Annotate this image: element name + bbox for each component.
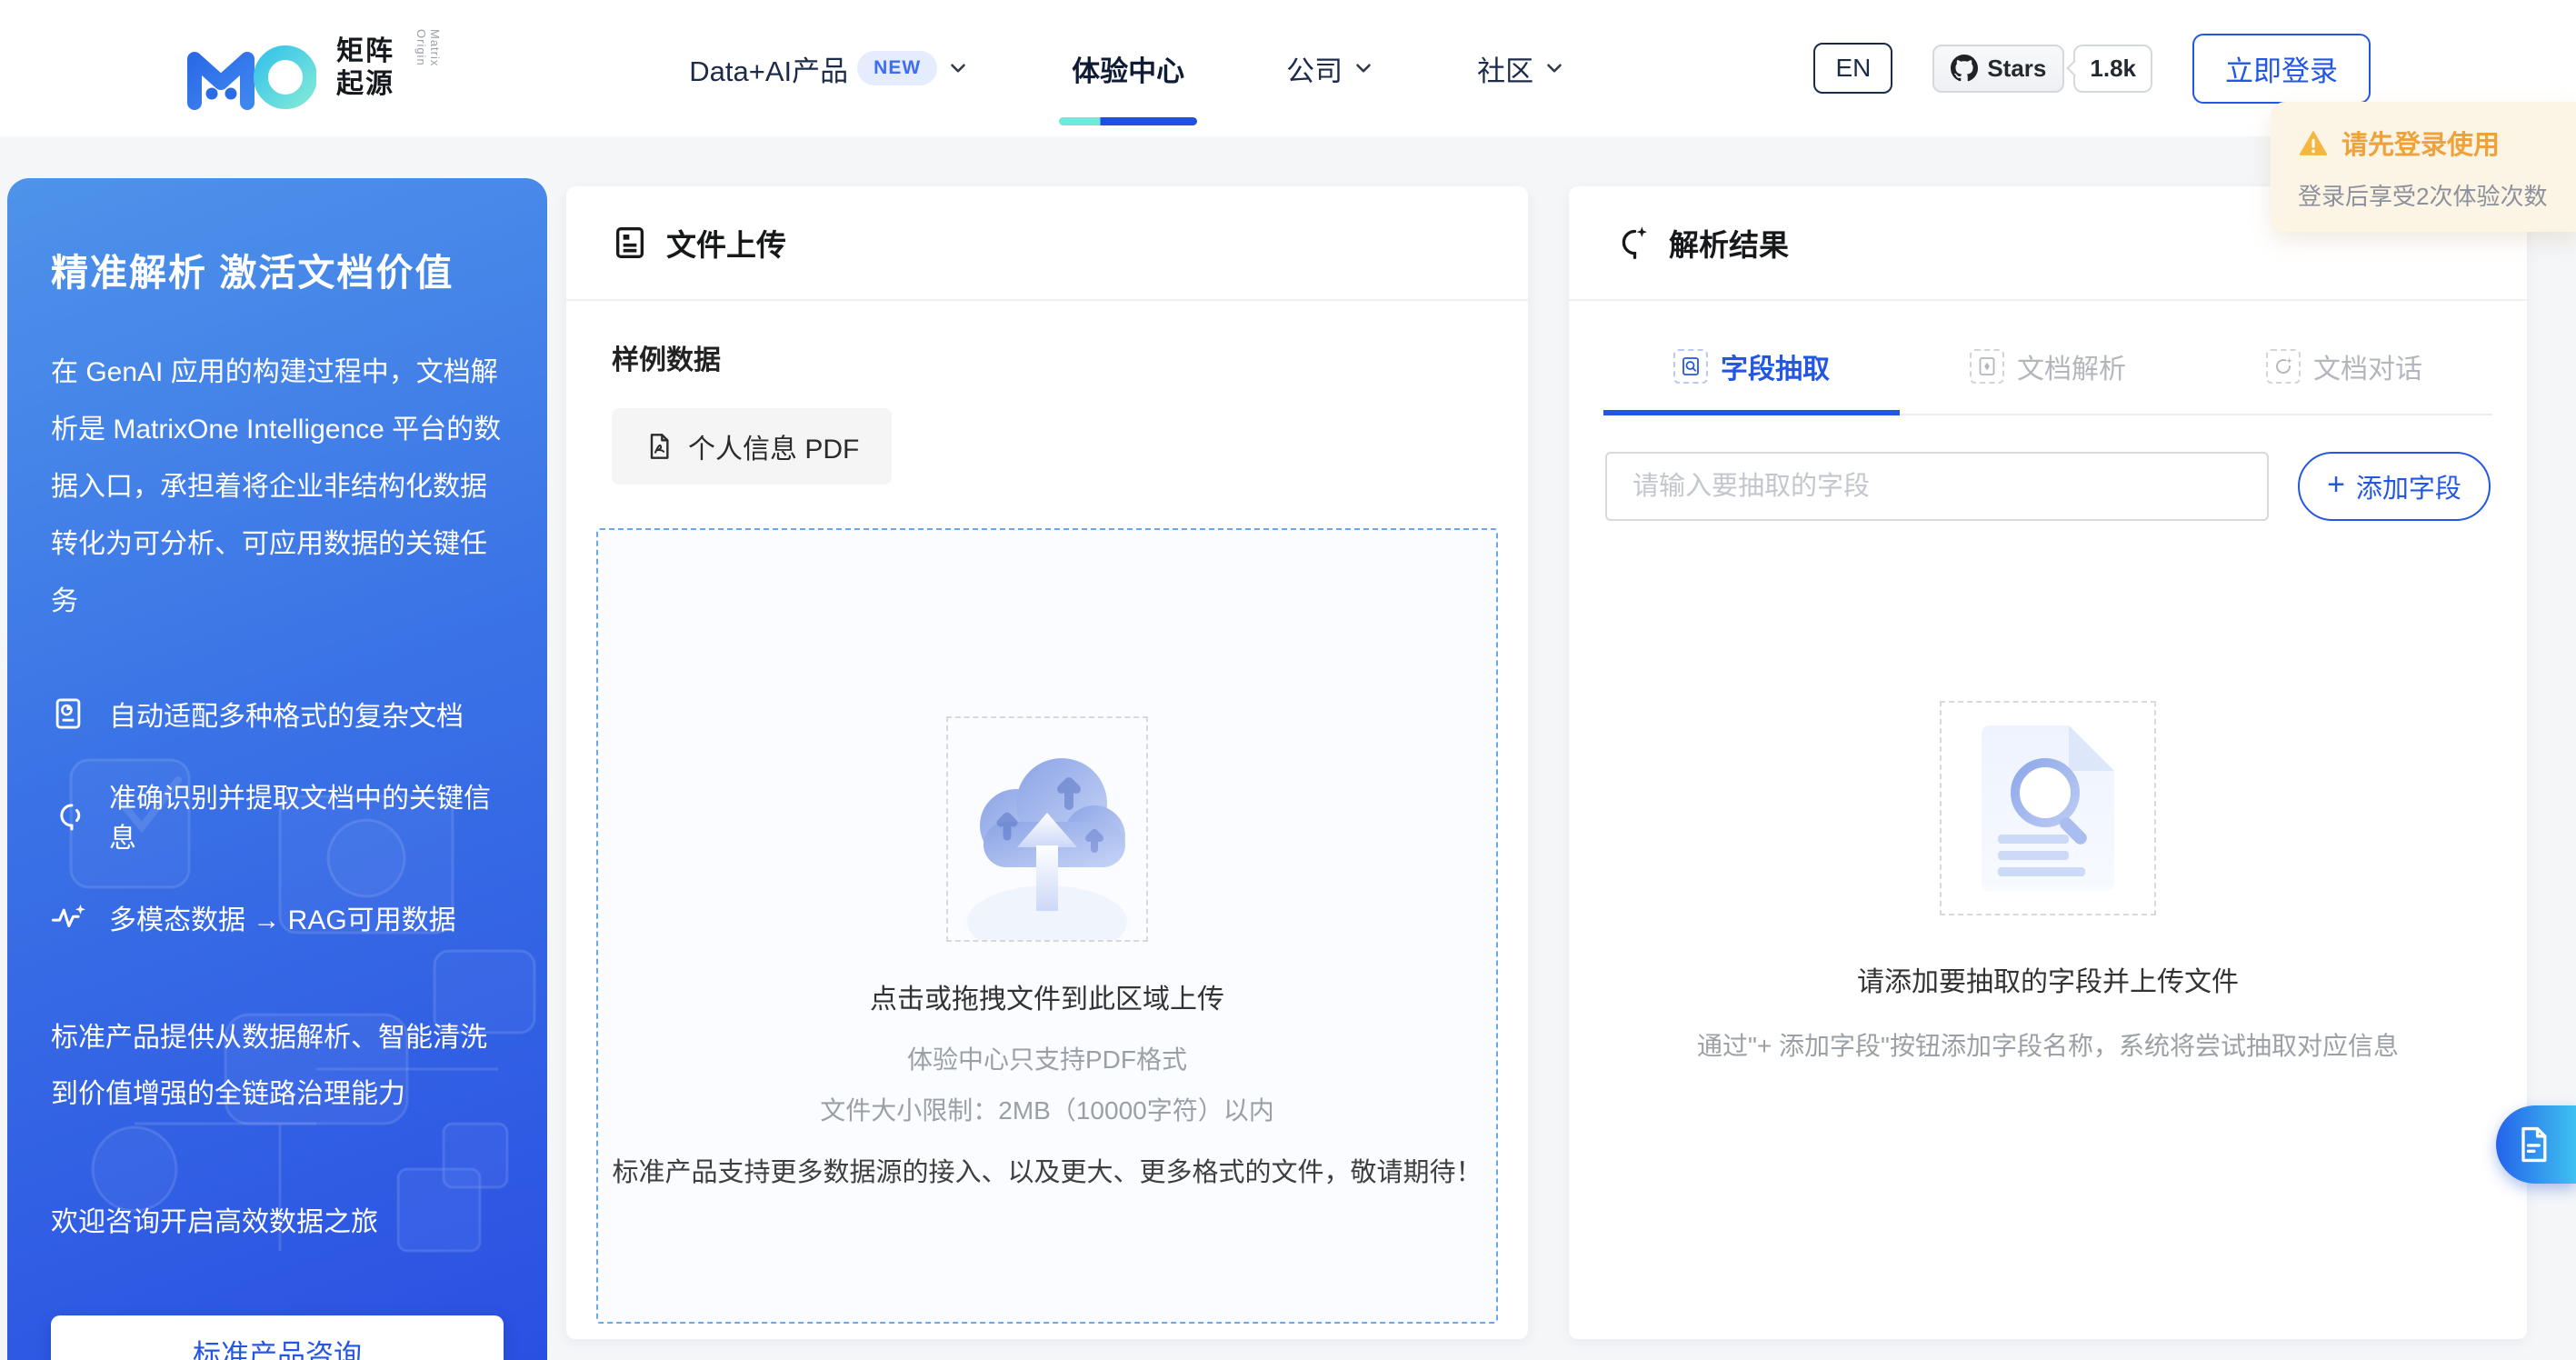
logo[interactable]: 矩阵 起源 Matrix Origin <box>180 26 442 110</box>
top-navbar: 矩阵 起源 Matrix Origin Data+AI产品 NEW 体验中心 公… <box>0 0 2576 136</box>
github-stars-widget[interactable]: Stars 1.8k <box>1932 45 2152 93</box>
github-star-count: 1.8k <box>2073 45 2152 93</box>
github-stars-label: Stars <box>1987 55 2046 83</box>
standard-product-consult-button[interactable]: 标准产品咨询 <box>51 1315 504 1360</box>
feature-label: 多模态数据 → RAG可用数据 <box>109 897 456 937</box>
nav-item-label: Data+AI产品 <box>689 48 848 89</box>
feature-label: 自动适配多种格式的复杂文档 <box>109 694 464 734</box>
hero-description: 在 GenAI 应用的构建过程中，文档解析是 MatrixOne Intelli… <box>51 344 504 630</box>
cloud-upload-illustration <box>956 735 1138 940</box>
floating-doc-button[interactable] <box>2496 1105 2576 1184</box>
feature-item-rag: 多模态数据 → RAG可用数据 <box>51 897 504 937</box>
hero-panel: 精准解析 激活文档价值 在 GenAI 应用的构建过程中，文档解析是 Matri… <box>7 178 547 1360</box>
logo-cn-line2: 起源 <box>336 68 394 101</box>
dropzone-size-hint: 文件大小限制：2MB（10000字符）以内 <box>820 1091 1273 1127</box>
document-icon <box>2513 1125 2553 1165</box>
dropzone-format-hint: 体验中心只支持PDF格式 <box>907 1040 1187 1076</box>
login-required-toast: 请先登录使用 登录后享受2次体验次数 <box>2271 102 2576 232</box>
empty-state: 请添加要抽取的字段并上传文件 通过"+ 添加字段"按钮添加字段名称，系统将尝试抽… <box>1569 701 2527 1063</box>
file-dropzone[interactable]: 点击或拖拽文件到此区域上传 体验中心只支持PDF格式 文件大小限制：2MB（10… <box>596 528 1498 1324</box>
result-tabs: 字段抽取 文档解析 文档对话 <box>1603 328 2492 415</box>
doc-pie-icon <box>51 696 85 731</box>
parse-result-card: 解析结果 字段抽取 文档解析 <box>1569 186 2527 1339</box>
nav-item-data-ai[interactable]: Data+AI产品 NEW <box>689 35 970 102</box>
empty-illustration-frame <box>1940 701 2156 915</box>
tab-field-extraction[interactable]: 字段抽取 <box>1603 328 1900 414</box>
pulse-sparkle-icon <box>51 900 85 935</box>
doc-chat-icon <box>2266 349 2301 384</box>
feature-item-key-info: 准确识别并提取文档中的关键信息 <box>51 775 504 855</box>
active-nav-underline <box>1059 117 1197 125</box>
doc-parse-icon <box>1970 349 2004 384</box>
nav-menu: Data+AI产品 NEW 体验中心 公司 社区 <box>689 35 1566 102</box>
nav-item-label: 公司 <box>1286 48 1343 89</box>
empty-state-subtitle: 通过"+ 添加字段"按钮添加字段名称，系统将尝试抽取对应信息 <box>1697 1026 2399 1063</box>
empty-state-title: 请添加要抽取的字段并上传文件 <box>1857 959 2239 999</box>
upload-card-title: 文件上传 <box>666 221 786 265</box>
sample-data-label: 样例数据 <box>596 337 1498 377</box>
toast-subtitle: 登录后享受2次体验次数 <box>2298 178 2552 212</box>
toast-title: 请先登录使用 <box>2341 124 2500 162</box>
nav-item-label: 体验中心 <box>1072 48 1184 89</box>
tab-label: 字段抽取 <box>1721 346 1830 386</box>
result-card-title: 解析结果 <box>1669 221 1789 265</box>
parse-result-icon <box>1614 225 1651 261</box>
chevron-down-icon <box>946 56 970 80</box>
logo-wordmark: 矩阵 起源 <box>336 35 394 101</box>
nav-item-company[interactable]: 公司 <box>1286 35 1375 102</box>
chevron-down-icon <box>1543 56 1566 80</box>
dropzone-note: 标准产品支持更多数据源的接入、以及更大、更多格式的文件，敬请期待！ <box>612 1151 1482 1189</box>
field-name-input[interactable] <box>1605 452 2269 521</box>
language-toggle-button[interactable]: EN <box>1813 43 1892 94</box>
login-button[interactable]: 立即登录 <box>2192 34 2371 104</box>
field-extract-icon <box>1673 349 1708 384</box>
dropzone-main-text: 点击或拖拽文件到此区域上传 <box>870 976 1224 1016</box>
head-speech-icon <box>51 798 85 833</box>
nav-item-experience-center[interactable]: 体验中心 <box>1072 35 1184 102</box>
upload-card-header: 文件上传 <box>566 186 1528 301</box>
new-badge: NEW <box>857 51 937 85</box>
feature-item-formats: 自动适配多种格式的复杂文档 <box>51 694 504 734</box>
add-field-label: 添加字段 <box>2356 467 2461 505</box>
logo-en-text: Matrix Origin <box>414 29 442 107</box>
warning-icon <box>2298 127 2329 158</box>
nav-item-label: 社区 <box>1477 48 1533 89</box>
add-field-button[interactable]: + 添加字段 <box>2298 452 2491 521</box>
file-upload-card: 文件上传 样例数据 个人信息 PDF <box>566 186 1528 1339</box>
tab-document-chat[interactable]: 文档对话 <box>2196 328 2492 414</box>
pdf-file-icon <box>644 432 674 461</box>
file-upload-icon <box>612 225 648 261</box>
tab-label: 文档解析 <box>2017 346 2126 386</box>
hero-feature-list: 自动适配多种格式的复杂文档 准确识别并提取文档中的关键信息 多模态数据 → RA… <box>51 694 504 937</box>
tab-document-parsing[interactable]: 文档解析 <box>1900 328 2196 414</box>
logo-mo-icon <box>180 26 316 110</box>
chevron-down-icon <box>1352 56 1375 80</box>
nav-right-controls: EN Stars 1.8k 立即登录 <box>1813 34 2371 104</box>
hero-paragraph-governance: 标准产品提供从数据解析、智能清洗到价值增强的全链路治理能力 <box>51 1010 504 1123</box>
feature-label: 准确识别并提取文档中的关键信息 <box>109 775 504 855</box>
sample-file-chip[interactable]: 个人信息 PDF <box>612 408 892 485</box>
field-input-row: + 添加字段 <box>1605 452 2491 521</box>
sample-file-name: 个人信息 PDF <box>688 426 859 466</box>
logo-cn-line1: 矩阵 <box>336 35 394 68</box>
upload-illustration-frame <box>946 716 1148 942</box>
hero-paragraph-welcome: 欢迎咨询开启高效数据之旅 <box>51 1199 504 1239</box>
doc-search-illustration <box>1962 718 2134 898</box>
nav-item-community[interactable]: 社区 <box>1477 35 1566 102</box>
hero-title: 精准解析 激活文档价值 <box>51 242 504 296</box>
github-octocat-icon <box>1951 55 1978 82</box>
plus-icon: + <box>2327 469 2345 500</box>
tab-label: 文档对话 <box>2313 346 2422 386</box>
